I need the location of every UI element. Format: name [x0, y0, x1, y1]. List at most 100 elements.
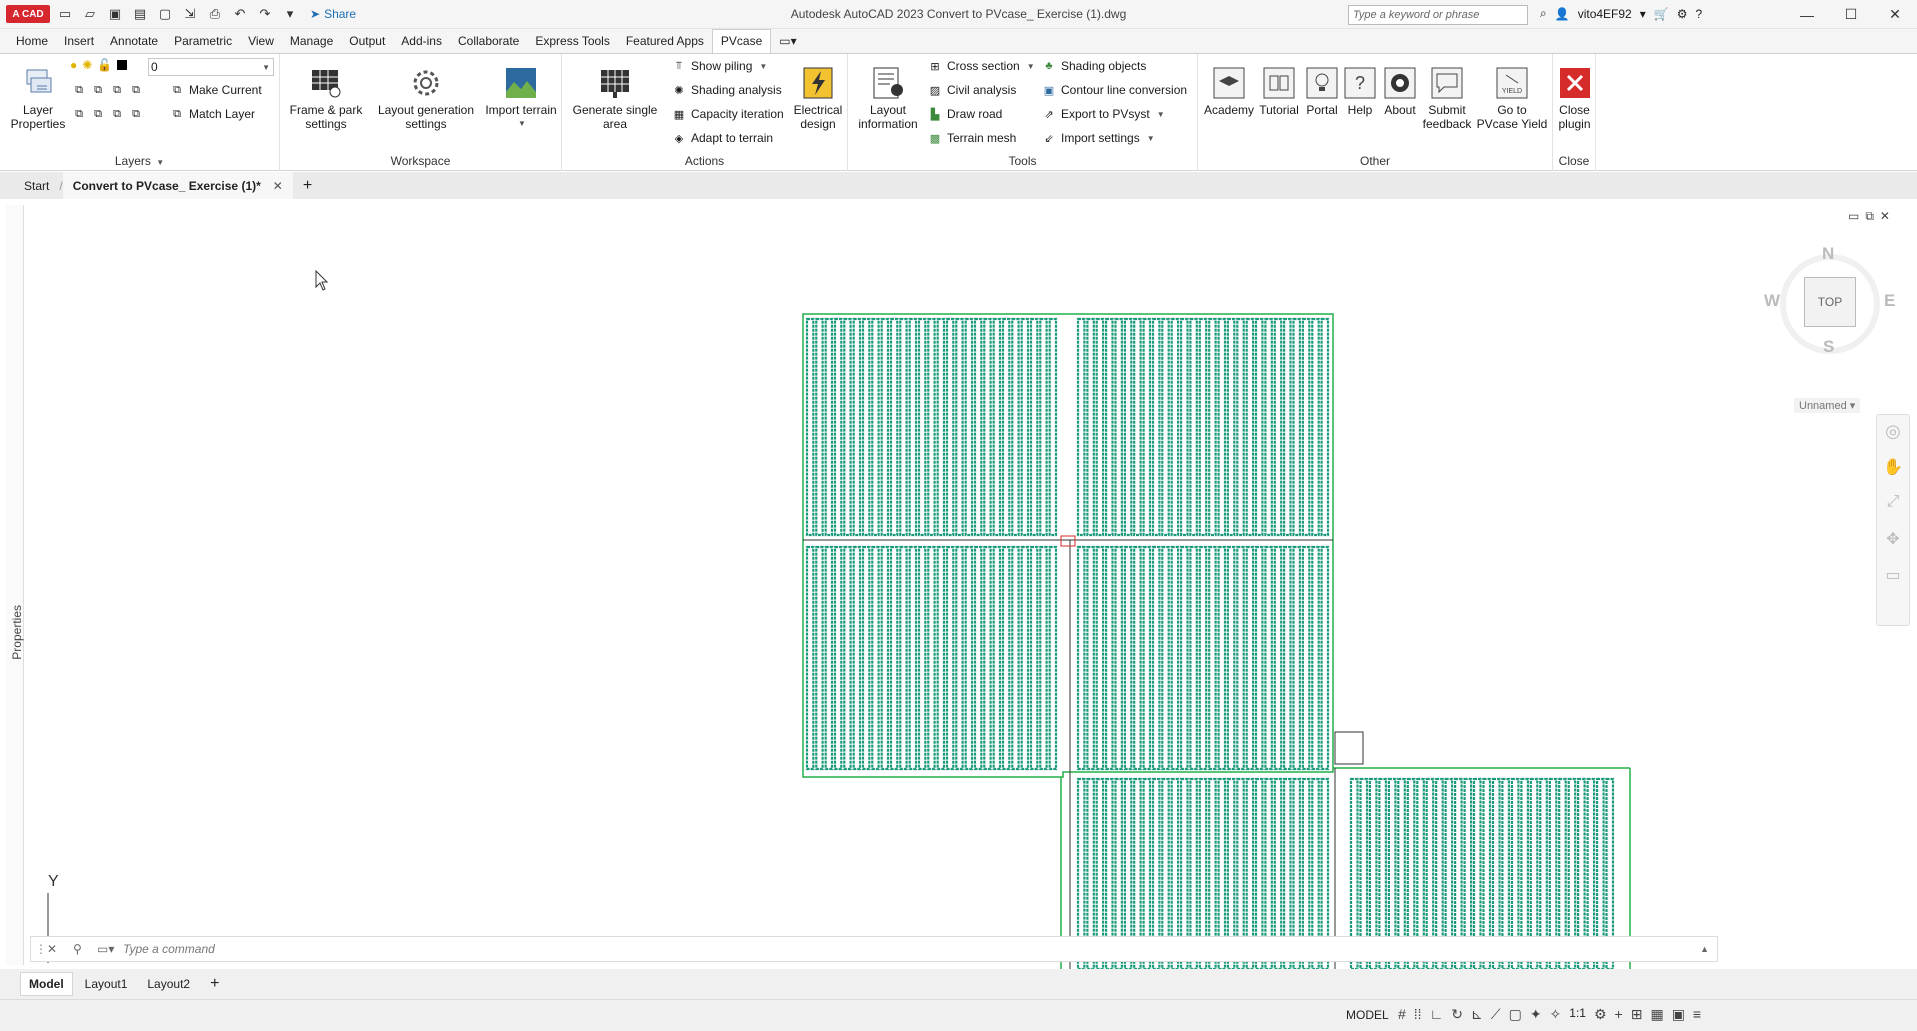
contour-line-conversion-button[interactable]: ▣ Contour line conversion	[1042, 83, 1187, 97]
cross-section-button[interactable]: ⊞ Cross section ▼	[928, 59, 1034, 73]
units-icon[interactable]: ⊞	[1631, 1006, 1643, 1023]
compass-north[interactable]: N	[1822, 244, 1834, 264]
layout-generation-settings-button[interactable]: Layout generation settings	[372, 66, 480, 131]
go-to-pvcase-yield-button[interactable]: YIELD Go to PVcase Yield	[1474, 66, 1550, 131]
command-input[interactable]: Type a command	[123, 942, 215, 956]
export-pvsyst-button[interactable]: ⇗ Export to PVsyst ▼	[1042, 107, 1164, 121]
layers-panel-title[interactable]: Layers ▼	[0, 154, 279, 168]
layer-properties-button[interactable]: Layer Properties	[8, 66, 68, 131]
polar-icon[interactable]: ↻	[1451, 1006, 1463, 1023]
username[interactable]: vito4EF92	[1578, 7, 1632, 21]
zoom-extents-icon[interactable]: ⤢	[1877, 487, 1909, 523]
snap-icon[interactable]: ⁞⁞	[1414, 1006, 1422, 1023]
tab-express-tools[interactable]: Express Tools	[527, 30, 617, 53]
compass-south[interactable]: S	[1823, 337, 1834, 357]
ribbon-options-icon[interactable]: ▭▾	[771, 30, 804, 53]
generate-single-area-button[interactable]: Generate single area	[572, 66, 658, 131]
match-layer-button[interactable]: ⧉ Match Layer	[170, 107, 255, 121]
bulb-icon[interactable]: ●	[70, 58, 77, 72]
color-swatch-icon[interactable]	[117, 60, 128, 70]
save-icon[interactable]: ▣	[105, 4, 125, 24]
app-logo[interactable]: A CAD	[6, 5, 50, 23]
layer-unisolate-icon[interactable]: ⧉	[91, 107, 105, 121]
tab-model[interactable]: Model	[20, 972, 73, 996]
layer-thaw-icon[interactable]: ⧉	[110, 107, 124, 121]
tab-home[interactable]: Home	[8, 30, 56, 53]
tab-manage[interactable]: Manage	[282, 30, 341, 53]
layer-lock-icon[interactable]: ⧉	[129, 83, 143, 97]
about-button[interactable]: About	[1380, 66, 1420, 117]
annotation-scale[interactable]: 1:1	[1569, 1006, 1586, 1023]
qat-menu-icon[interactable]: ▾	[280, 4, 300, 24]
command-expand-icon[interactable]: ▲	[1700, 944, 1709, 954]
pan-icon[interactable]: ✋	[1877, 451, 1909, 487]
layer-unlock-icon[interactable]: ⧉	[129, 107, 143, 121]
portal-button[interactable]: Portal	[1302, 66, 1342, 117]
steering-wheel-icon[interactable]: ◎	[1877, 415, 1909, 451]
layer-dropdown[interactable]: 0 ▼	[148, 58, 274, 76]
shading-objects-button[interactable]: ♣ Shading objects	[1042, 59, 1146, 73]
help-icon[interactable]: ?	[1695, 7, 1702, 21]
orbit-icon[interactable]: ✥	[1877, 523, 1909, 559]
drawing-canvas[interactable]: Properties ▭ ⧉ ✕ N S E W TOP Unnamed ▾ ◎…	[0, 199, 1917, 969]
tab-layout2[interactable]: Layout2	[139, 977, 198, 991]
annotation-visibility-icon[interactable]: ✦	[1530, 1006, 1542, 1023]
viewcube-top-face[interactable]: TOP	[1804, 277, 1856, 327]
layer-freeze-icon[interactable]: ⧉	[110, 83, 124, 97]
terrain-mesh-button[interactable]: ▩ Terrain mesh	[928, 131, 1017, 145]
tab-featured-apps[interactable]: Featured Apps	[618, 30, 712, 53]
save-as-icon[interactable]: ▤	[130, 4, 150, 24]
workspace-gear-icon[interactable]: ⚙	[1594, 1006, 1607, 1023]
web-mobile-icon[interactable]: ▢	[155, 4, 175, 24]
compass-east[interactable]: E	[1884, 291, 1895, 311]
layer-on-icon[interactable]: ⧉	[72, 107, 86, 121]
add-layout-button[interactable]: +	[202, 975, 227, 993]
command-grip-icon[interactable]: ⋮	[35, 942, 47, 956]
show-piling-button[interactable]: ⫪ Show piling ▼	[672, 59, 767, 73]
undo-icon[interactable]: ↶	[230, 4, 250, 24]
user-menu-icon[interactable]: ▾	[1640, 7, 1646, 21]
tab-output[interactable]: Output	[341, 30, 393, 53]
tab-pvcase[interactable]: PVcase	[711, 29, 772, 53]
close-tab-icon[interactable]: ✕	[273, 179, 283, 193]
customization-icon[interactable]: ≡	[1693, 1006, 1701, 1023]
make-current-button[interactable]: ⧉ Make Current	[170, 83, 262, 97]
tab-insert[interactable]: Insert	[56, 30, 102, 53]
user-icon[interactable]: 👤	[1555, 7, 1570, 21]
tab-start[interactable]: Start	[14, 179, 59, 193]
lock-icon[interactable]: 🔓	[97, 58, 112, 72]
electrical-design-button[interactable]: Electrical design	[790, 66, 846, 131]
command-close-icon[interactable]: ✕	[47, 942, 57, 956]
open-icon[interactable]: ▱	[80, 4, 100, 24]
cart-icon[interactable]: 🛒	[1654, 7, 1669, 21]
hardware-acceleration-icon[interactable]: ▦	[1650, 1006, 1663, 1023]
tab-add-ins[interactable]: Add-ins	[393, 30, 450, 53]
lineweight-icon[interactable]: ⟋	[1491, 1006, 1501, 1023]
pv-layout-drawing[interactable]	[0, 199, 1917, 969]
new-icon[interactable]: ▭	[55, 4, 75, 24]
close-window-button[interactable]: ✕	[1873, 0, 1917, 29]
close-plugin-button[interactable]: Close plugin	[1553, 66, 1596, 131]
search-input[interactable]: Type a keyword or phrase	[1348, 5, 1528, 25]
adapt-to-terrain-button[interactable]: ◈ Adapt to terrain	[672, 131, 773, 145]
model-space-toggle[interactable]: MODEL	[1346, 1008, 1389, 1022]
search-icon[interactable]: ⌕	[1540, 6, 1547, 21]
layout-information-button[interactable]: Layout information	[856, 66, 920, 131]
tutorial-button[interactable]: Tutorial	[1256, 66, 1302, 117]
command-history-icon[interactable]: ▭▾	[97, 942, 114, 956]
academy-button[interactable]: Academy	[1204, 66, 1254, 117]
plot-icon[interactable]: ⎙	[205, 4, 225, 24]
named-view-dropdown[interactable]: Unnamed ▾	[1794, 398, 1861, 413]
tab-layout1[interactable]: Layout1	[77, 977, 136, 991]
showmotion-icon[interactable]: ▭	[1877, 559, 1909, 595]
new-tab-button[interactable]: +	[293, 177, 322, 195]
import-terrain-button[interactable]: Import terrain ▼	[480, 66, 562, 131]
ortho-icon[interactable]: ∟	[1430, 1006, 1444, 1023]
selection-cycling-icon[interactable]: ▢	[1509, 1006, 1522, 1023]
autodesk-app-icon[interactable]: ⚙	[1677, 7, 1688, 21]
osnap-icon[interactable]: ⊾	[1471, 1006, 1483, 1023]
layer-off-icon[interactable]: ⧉	[72, 83, 86, 97]
frame-park-settings-button[interactable]: Frame & park settings	[282, 66, 370, 131]
viewcube[interactable]: N S E W TOP Unnamed ▾	[1750, 244, 1910, 414]
minimize-button[interactable]: —	[1785, 0, 1829, 29]
